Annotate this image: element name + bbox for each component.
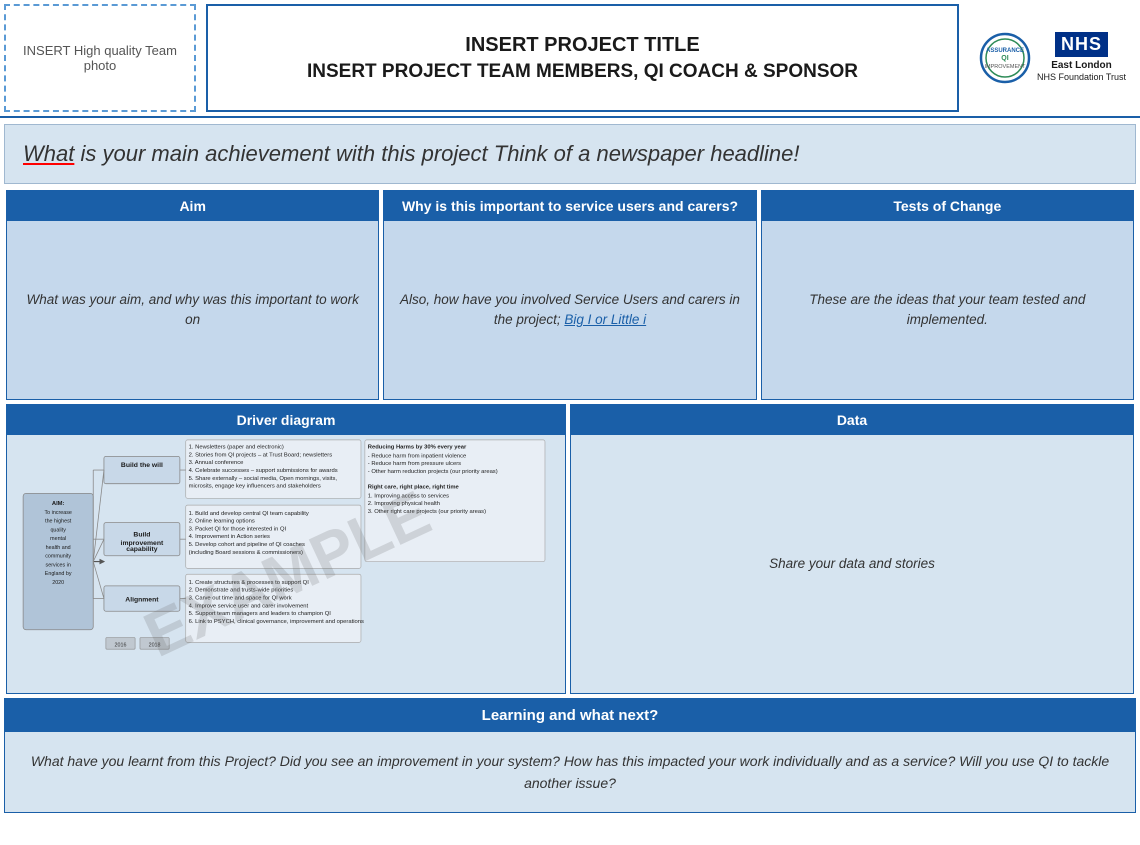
middle-row: Aim What was your aim, and why was this … xyxy=(4,190,1136,400)
svg-text:- Reduce harm from pressure ul: - Reduce harm from pressure ulcers xyxy=(368,461,461,467)
svg-text:2016: 2016 xyxy=(115,642,127,648)
tests-section: Tests of Change These are the ideas that… xyxy=(761,190,1134,400)
data-section: Data Share your data and stories xyxy=(570,404,1134,694)
svg-text:Build the will: Build the will xyxy=(121,462,163,469)
tests-text: These are the ideas that your team teste… xyxy=(774,290,1121,331)
header: INSERT High quality Team photo INSERT PR… xyxy=(0,0,1140,118)
svg-text:health and: health and xyxy=(46,545,71,551)
headline-banner[interactable]: What is your main achievement with this … xyxy=(4,124,1136,184)
importance-section: Why is this important to service users a… xyxy=(383,190,756,400)
bottom-row: Driver diagram AIM: To increase the high… xyxy=(4,404,1136,694)
driver-diagram-section: Driver diagram AIM: To increase the high… xyxy=(6,404,566,694)
data-header: Data xyxy=(571,405,1133,435)
data-body[interactable]: Share your data and stories xyxy=(571,435,1133,693)
svg-text:- Other harm reduction project: - Other harm reduction projects (our pri… xyxy=(368,469,498,475)
learning-text: What have you learnt from this Project? … xyxy=(21,750,1119,795)
svg-text:To increase: To increase xyxy=(45,510,72,516)
tests-body[interactable]: These are the ideas that your team teste… xyxy=(762,221,1133,399)
learning-body[interactable]: What have you learnt from this Project? … xyxy=(5,732,1135,812)
svg-text:2. Online learning options: 2. Online learning options xyxy=(189,519,255,525)
tests-header: Tests of Change xyxy=(762,191,1133,221)
svg-text:- Reduce harm from inpatient v: - Reduce harm from inpatient violence xyxy=(368,453,466,459)
headline-what: What xyxy=(23,141,74,166)
svg-text:community: community xyxy=(45,554,71,560)
project-title: INSERT PROJECT TITLE xyxy=(465,34,699,57)
nhs-trust-name: East London NHS Foundation Trust xyxy=(1037,59,1126,84)
svg-text:IMPROVEMENT: IMPROVEMENT xyxy=(984,64,1026,70)
big-i-link[interactable]: Big I or Little i xyxy=(564,312,646,327)
svg-text:England by: England by xyxy=(45,571,72,577)
svg-text:Build: Build xyxy=(133,531,150,538)
nhs-label: NHS xyxy=(1055,32,1108,57)
nhs-logo: NHS East London NHS Foundation Trust xyxy=(1037,32,1126,84)
aim-header: Aim xyxy=(7,191,378,221)
driver-header: Driver diagram xyxy=(7,405,565,435)
project-title-box[interactable]: INSERT PROJECT TITLE INSERT PROJECT TEAM… xyxy=(206,4,959,112)
svg-text:4. Celebrate successes – suppo: 4. Celebrate successes – support submiss… xyxy=(189,468,338,474)
learning-section: Learning and what next? What have you le… xyxy=(4,698,1136,813)
svg-text:3. Annual conference: 3. Annual conference xyxy=(189,460,244,466)
driver-body[interactable]: AIM: To increase the highest quality men… xyxy=(7,435,565,693)
aim-text: What was your aim, and why was this impo… xyxy=(19,290,366,331)
svg-text:1. Newsletters (paper and elec: 1. Newsletters (paper and electronic) xyxy=(189,445,284,451)
project-team-members: INSERT PROJECT TEAM MEMBERS, QI COACH & … xyxy=(307,61,858,83)
logos-area: ASSURANCE QI IMPROVEMENT NHS East London… xyxy=(965,0,1140,116)
headline-text: What is your main achievement with this … xyxy=(23,141,800,166)
importance-body[interactable]: Also, how have you involved Service User… xyxy=(384,221,755,399)
svg-text:ASSURANCE: ASSURANCE xyxy=(986,48,1024,54)
svg-text:QI: QI xyxy=(1001,55,1008,62)
learning-header: Learning and what next? xyxy=(5,699,1135,732)
data-text: Share your data and stories xyxy=(769,554,935,574)
svg-text:microsits, engage key influenc: microsits, engage key influencers and st… xyxy=(189,484,321,490)
svg-text:2020: 2020 xyxy=(52,580,64,586)
aim-section: Aim What was your aim, and why was this … xyxy=(6,190,379,400)
svg-text:5. Share externally – social m: 5. Share externally – social media, Open… xyxy=(189,476,338,482)
svg-text:Reducing Harms by 30% every ye: Reducing Harms by 30% every year xyxy=(368,445,467,451)
qi-assurance-logo: ASSURANCE QI IMPROVEMENT xyxy=(979,32,1031,84)
importance-text: Also, how have you involved Service User… xyxy=(396,290,743,331)
svg-text:2. Stories from QI projects –: 2. Stories from QI projects – at Trust B… xyxy=(189,452,333,458)
svg-text:mental: mental xyxy=(50,536,66,542)
aim-body[interactable]: What was your aim, and why was this impo… xyxy=(7,221,378,399)
svg-text:1. Build and develop central Q: 1. Build and develop central QI team cap… xyxy=(189,511,309,517)
svg-text:AIM:: AIM: xyxy=(52,501,65,507)
svg-text:capability: capability xyxy=(126,546,158,553)
svg-text:4. Improvement in Action serie: 4. Improvement in Action series xyxy=(189,534,270,540)
svg-text:the highest: the highest xyxy=(45,519,72,525)
driver-diagram-svg: AIM: To increase the highest quality men… xyxy=(7,435,565,693)
svg-text:quality: quality xyxy=(50,527,66,533)
svg-text:services in: services in xyxy=(46,562,71,568)
svg-text:3. Packet QI for those interes: 3. Packet QI for those interested in QI xyxy=(189,526,287,532)
importance-header: Why is this important to service users a… xyxy=(384,191,755,221)
team-photo-placeholder[interactable]: INSERT High quality Team photo xyxy=(4,4,196,112)
